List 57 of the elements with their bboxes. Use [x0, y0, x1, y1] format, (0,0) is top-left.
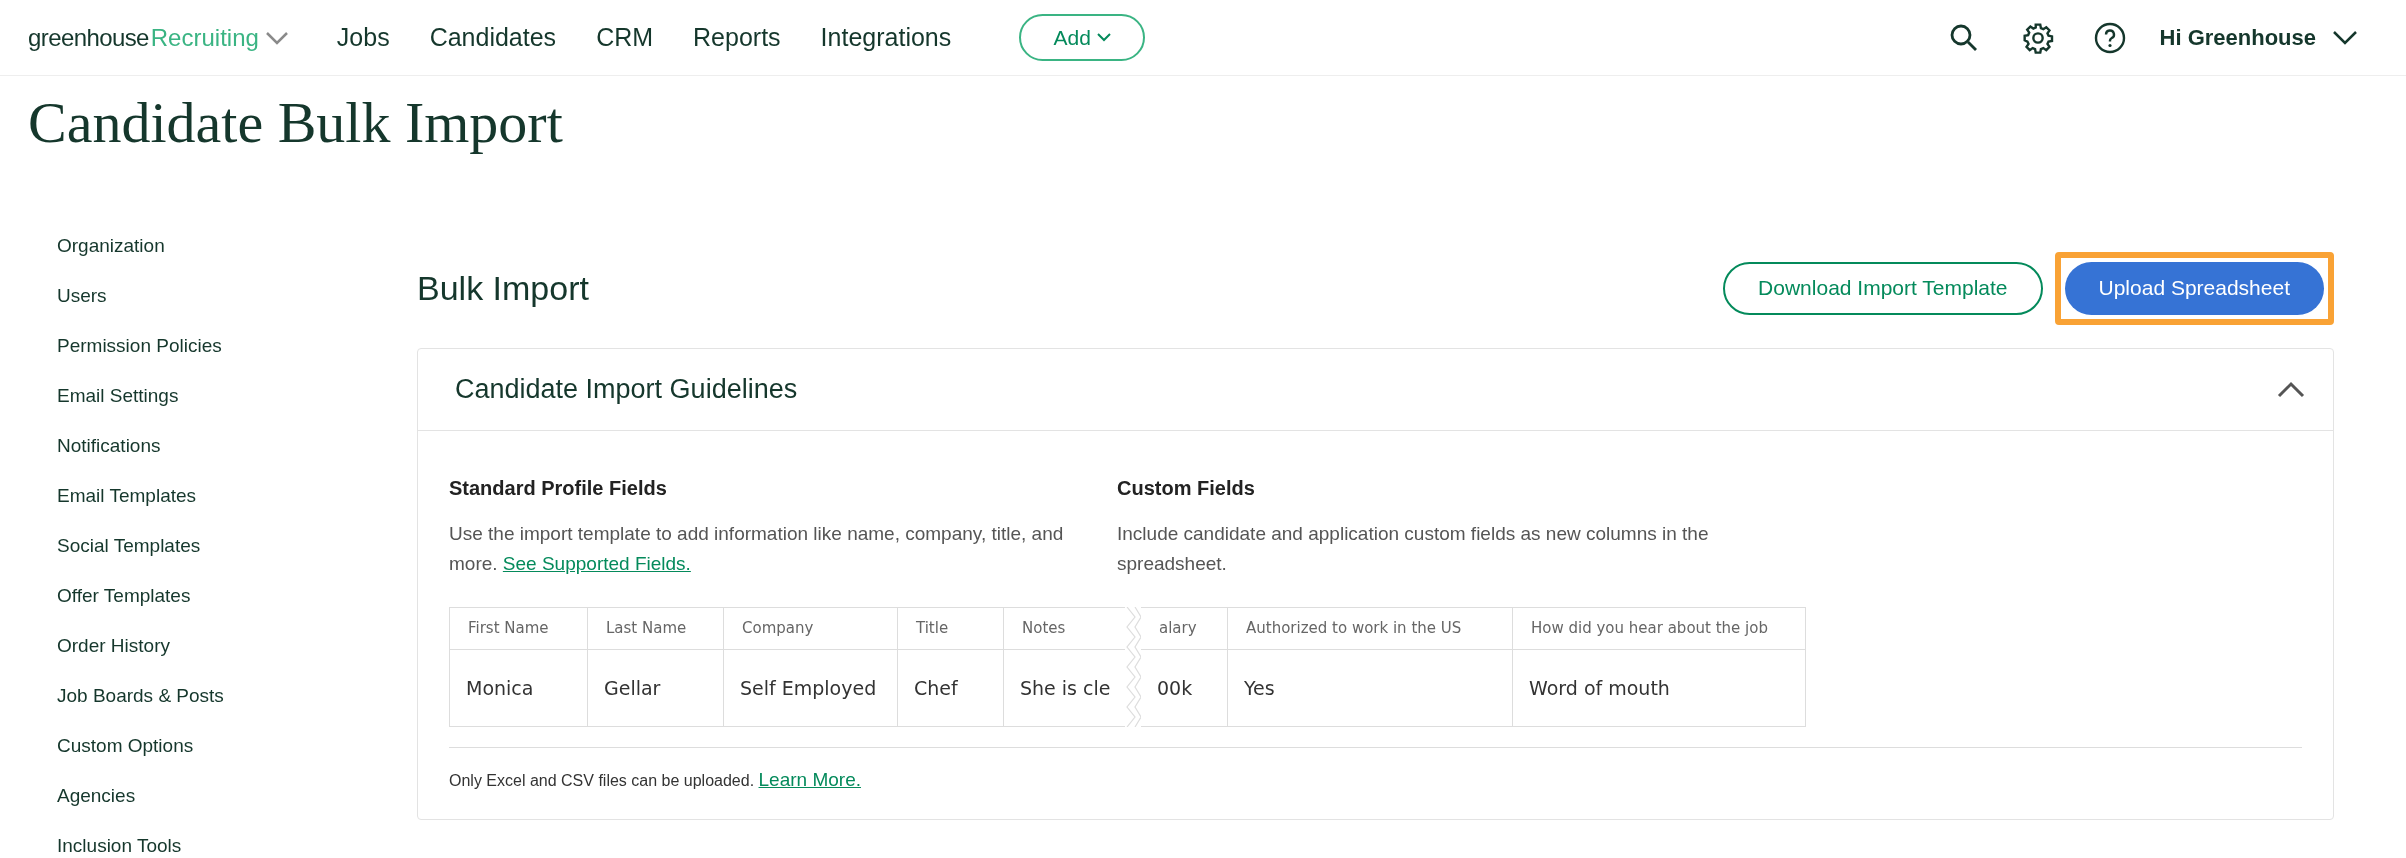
section-title: Bulk Import — [417, 267, 589, 309]
chevron-down-icon[interactable] — [264, 30, 289, 45]
user-menu[interactable]: Hi Greenhouse — [2159, 21, 2358, 54]
upload-note: Only Excel and CSV files can be uploaded. Learn More. — [449, 768, 862, 792]
sidebar-link[interactable]: Custom Options — [57, 734, 417, 758]
sidebar-link[interactable]: Users — [57, 284, 417, 308]
settings-icon[interactable] — [2021, 21, 2054, 54]
section-description: Include candidate and application custom fields as new columns in the spreadsheet. — [1117, 522, 1710, 576]
nav-link[interactable]: Jobs — [336, 18, 390, 57]
table-header: Company — [723, 608, 897, 649]
nav-link[interactable]: Integrations — [820, 18, 952, 57]
chevron-down-icon — [1096, 33, 1111, 42]
help-icon[interactable] — [2093, 21, 2126, 54]
sidebar-link[interactable]: Organization — [57, 234, 417, 258]
table-header: How did you hear about the job — [1512, 608, 1805, 649]
logo-product-text: Recruiting — [150, 22, 259, 53]
table-cell: Word of mouth — [1512, 650, 1805, 726]
table-cell-text: Monica — [465, 675, 535, 701]
sidebar-link[interactable]: Job Boards & Posts — [57, 684, 417, 708]
table-cell: Gellar — [587, 650, 723, 726]
logo-text: greenhouse — [28, 22, 149, 53]
sidebar-link[interactable]: Agencies — [57, 784, 417, 808]
page-title: Candidate Bulk Import — [28, 94, 564, 152]
table-header: Notes — [1003, 608, 1125, 649]
chevron-down-icon — [2332, 30, 2358, 45]
table-header: Title — [897, 608, 1003, 649]
table-cell: Self Employed — [723, 650, 897, 726]
nav-link[interactable]: Reports — [693, 18, 781, 57]
table-header: First Name — [467, 618, 550, 640]
learn-more-link[interactable]: Learn More. — [758, 769, 861, 790]
nav-link[interactable]: CRM — [596, 18, 654, 57]
section-description: Use the import template to add information like name, company, title, and more. See Supported Fields. — [449, 522, 1065, 576]
sidebar-link[interactable]: Email Templates — [57, 484, 417, 508]
table-cell: She is cle — [1003, 650, 1125, 726]
table-cell: Yes — [1227, 650, 1512, 726]
nav-link[interactable]: Candidates — [429, 18, 557, 57]
sidebar-link[interactable]: Order History — [57, 634, 417, 658]
section-heading: Custom Fields — [1117, 476, 1256, 501]
download-button[interactable]: Download Import Template — [1723, 261, 2043, 315]
card-title: Candidate Import Guidelines — [455, 373, 798, 407]
upload-button[interactable]: Upload Spreadsheet — [2064, 261, 2324, 315]
table-header: Authorized to work in the US — [1227, 608, 1512, 649]
table-header: alary — [1158, 618, 1198, 640]
sidebar-link[interactable]: Notifications — [57, 434, 417, 458]
section-heading: Standard Profile Fields — [449, 476, 668, 501]
sidebar-link[interactable]: Inclusion Tools — [57, 834, 417, 858]
sidebar-link[interactable]: Email Settings — [57, 384, 417, 408]
add-button[interactable]: Add — [1019, 14, 1146, 61]
table-header: Last Name — [587, 608, 723, 649]
table-cell: Chef — [897, 650, 1003, 726]
chevron-up-icon[interactable] — [2276, 380, 2306, 399]
sidebar-link[interactable]: Offer Templates — [57, 584, 417, 608]
sidebar-link[interactable]: Permission Policies — [57, 334, 417, 358]
search-icon[interactable] — [1948, 22, 1979, 53]
table-cell-text: 00k — [1156, 675, 1194, 701]
sidebar-link[interactable]: Social Templates — [57, 534, 417, 558]
supported-fields-link[interactable]: See Supported Fields. — [502, 553, 691, 574]
